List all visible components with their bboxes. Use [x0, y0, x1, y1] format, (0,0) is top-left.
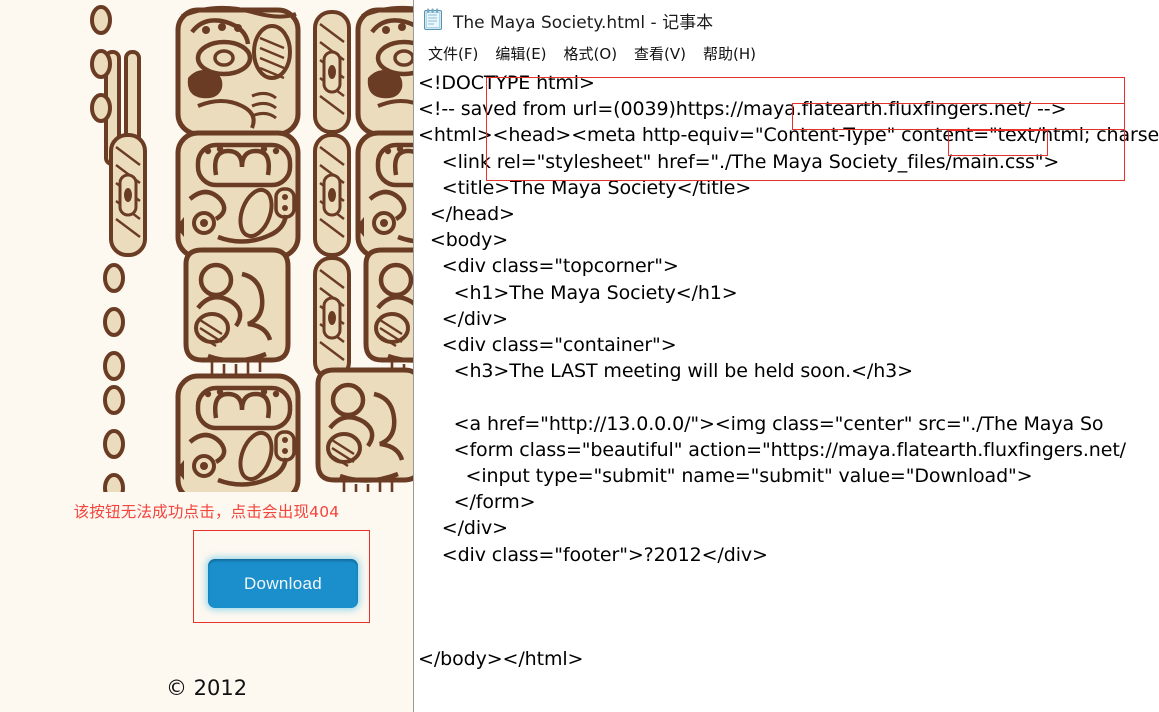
- maya-glyph-grid-icon: [0, 0, 413, 492]
- menu-item-format[interactable]: 格式(O): [564, 43, 618, 64]
- source-code-editor[interactable]: <!DOCTYPE html> <!-- saved from url=(003…: [414, 70, 1159, 710]
- maya-glyph-image: [0, 0, 413, 492]
- menu-item-edit[interactable]: 编辑(E): [495, 43, 546, 64]
- menu-item-help[interactable]: 帮助(H): [703, 43, 756, 64]
- highlight-box-download-value: [948, 130, 1048, 156]
- highlight-box-action-url: [792, 103, 1125, 130]
- webpage-pane: 该按钮无法成功点击，点击会出现404 Download © 2012: [0, 0, 413, 712]
- notepad-titlebar[interactable]: The Maya Society.html - 记事本: [414, 0, 1159, 40]
- footer-copyright: © 2012: [165, 676, 248, 700]
- window-title: The Maya Society.html - 记事本: [453, 12, 714, 33]
- menu-item-file[interactable]: 文件(F): [428, 43, 478, 64]
- menu-item-view[interactable]: 查看(V): [634, 43, 686, 64]
- menubar: 文件(F) 编辑(E) 格式(O) 查看(V) 帮助(H): [414, 40, 1159, 66]
- download-button[interactable]: Download: [208, 559, 358, 608]
- notepad-window: The Maya Society.html - 记事本 文件(F) 编辑(E) …: [413, 0, 1159, 712]
- notepad-icon: [424, 8, 442, 30]
- click-warning-note: 该按钮无法成功点击，点击会出现404: [73, 503, 340, 521]
